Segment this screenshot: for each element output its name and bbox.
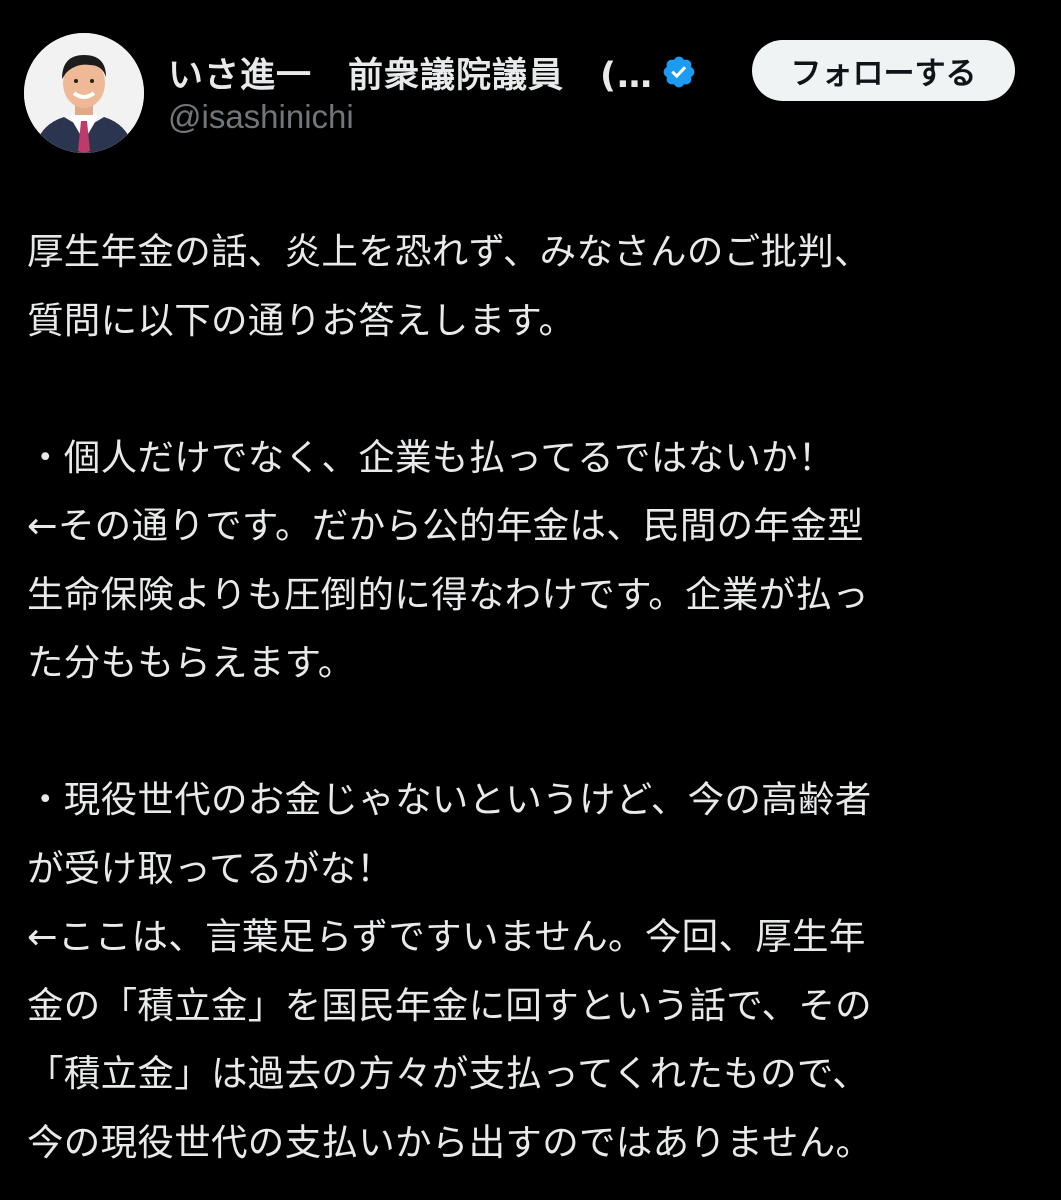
post-text-line: た分ももらえます。: [27, 641, 355, 684]
post-text-line: 質問に以下の通りお答えします。: [27, 298, 576, 342]
post-text-line: ・個人だけでなく、企業も払ってるではないか！: [27, 435, 835, 479]
post-text-line: ←ここは、言葉足らずですいません。今回、厚生年: [27, 915, 866, 958]
follow-button[interactable]: フォローする: [752, 40, 1015, 101]
post-text-line: 「積立金」は過去の方々が支払ってくれたもので、: [27, 1052, 870, 1095]
display-name[interactable]: いさ進一 前衆議院議員 (…: [168, 47, 653, 98]
post-text-line: 金の「積立金」を国民年金に回すという話で、その: [27, 983, 872, 1027]
avatar[interactable]: [24, 33, 144, 153]
user-handle[interactable]: @isashinichi: [168, 98, 354, 136]
post-text-line: 今の現役世代の支払いから出すのではありません。: [27, 1120, 873, 1164]
post-text: 厚生年金の話、炎上を恐れず、みなさんのご批判、 質問に以下の通りお答えします。・個…: [27, 218, 1037, 1177]
post-header: いさ進一 前衆議院議員 (… @isashinichi フォローする: [0, 0, 1061, 190]
avatar-photo-icon: [24, 33, 144, 153]
post-text-line: ←その通りです。だから公的年金は、民間の年金型: [27, 504, 864, 547]
post-text-line: ・現役世代のお金じゃないというけど、今の高齢者: [27, 778, 872, 821]
verified-badge-icon: [661, 54, 697, 90]
name-row: いさ進一 前衆議院議員 (…: [168, 46, 697, 98]
post-text-line: 生命保険よりも圧倒的に得なわけです。企業が払っ: [27, 572, 870, 616]
post-text-line: が受け取ってるがな！: [27, 846, 394, 890]
post-text-line: 厚生年金の話、炎上を恐れず、みなさんのご批判、: [27, 230, 871, 273]
